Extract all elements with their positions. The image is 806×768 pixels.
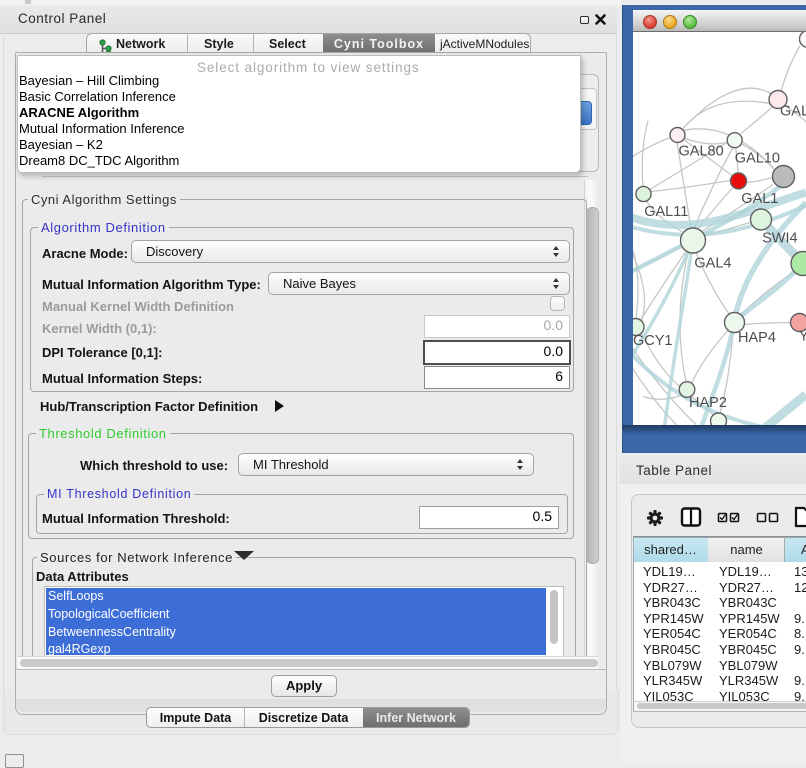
svg-text:GAL: GAL bbox=[780, 103, 806, 119]
svg-text:HAP2: HAP2 bbox=[689, 395, 727, 411]
svg-text:HAP4: HAP4 bbox=[738, 330, 776, 346]
svg-text:GCY1: GCY1 bbox=[633, 333, 673, 349]
svg-text:Y: Y bbox=[799, 328, 806, 344]
svg-text:GAL80: GAL80 bbox=[679, 143, 724, 159]
svg-text:GAL10: GAL10 bbox=[735, 150, 780, 166]
svg-text:GAL11: GAL11 bbox=[644, 204, 688, 220]
svg-text:GAL4: GAL4 bbox=[694, 255, 731, 271]
svg-text:SWI4: SWI4 bbox=[762, 230, 797, 246]
svg-text:GAL1: GAL1 bbox=[741, 191, 778, 207]
